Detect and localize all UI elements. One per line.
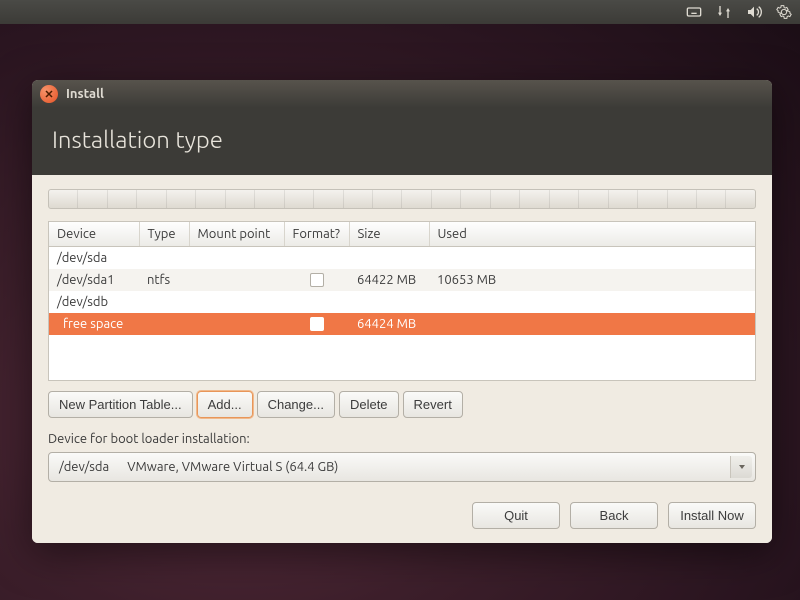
- install-now-button[interactable]: Install Now: [668, 502, 756, 529]
- cell-device: /dev/sdb: [49, 291, 139, 313]
- cell-device: /dev/sda: [49, 247, 139, 269]
- new-partition-table-button[interactable]: New Partition Table...: [48, 391, 193, 418]
- titlebar: Install: [32, 80, 772, 108]
- bootloader-dropdown[interactable]: /dev/sda VMware, VMware Virtual S (64.4 …: [48, 452, 756, 482]
- col-type[interactable]: Type: [139, 222, 189, 247]
- volume-icon[interactable]: [746, 4, 762, 20]
- top-panel: [0, 0, 800, 24]
- partition-bar: [48, 189, 756, 209]
- page-title: Installation type: [52, 126, 752, 153]
- back-button[interactable]: Back: [570, 502, 658, 529]
- bootloader-desc: VMware, VMware Virtual S (64.4 GB): [127, 460, 338, 474]
- cell-device: /dev/sda1: [49, 269, 139, 291]
- table-row[interactable]: free space 64424 MB: [49, 313, 755, 335]
- partition-table: Device Type Mount point Format? Size Use…: [49, 222, 755, 335]
- bootloader-label: Device for boot loader installation:: [48, 432, 756, 446]
- table-row[interactable]: /dev/sdb: [49, 291, 755, 313]
- add-button[interactable]: Add...: [197, 391, 253, 418]
- footer-buttons: Quit Back Install Now: [48, 502, 756, 529]
- format-checkbox[interactable]: [310, 317, 324, 331]
- change-button[interactable]: Change...: [257, 391, 335, 418]
- header-section: Installation type: [32, 108, 772, 175]
- window-title: Install: [66, 87, 104, 101]
- network-icon[interactable]: [716, 4, 732, 20]
- close-button[interactable]: [40, 85, 58, 103]
- install-window: Install Installation type Device Type Mo…: [32, 80, 772, 543]
- cell-type: ntfs: [139, 269, 189, 291]
- cell-size: 64424 MB: [349, 313, 429, 335]
- table-row[interactable]: /dev/sda1 ntfs 64422 MB 10653 MB: [49, 269, 755, 291]
- partition-button-row: New Partition Table... Add... Change... …: [48, 391, 756, 418]
- cell-size: 64422 MB: [349, 269, 429, 291]
- col-size[interactable]: Size: [349, 222, 429, 247]
- bootloader-device: /dev/sda: [59, 460, 109, 474]
- delete-button[interactable]: Delete: [339, 391, 399, 418]
- partition-table-wrap: Device Type Mount point Format? Size Use…: [48, 221, 756, 381]
- content-area: Device Type Mount point Format? Size Use…: [32, 175, 772, 543]
- chevron-down-icon: [730, 456, 752, 478]
- col-device[interactable]: Device: [49, 222, 139, 247]
- quit-button[interactable]: Quit: [472, 502, 560, 529]
- cell-used: 10653 MB: [429, 269, 755, 291]
- col-format[interactable]: Format?: [284, 222, 349, 247]
- keyboard-icon[interactable]: [686, 4, 702, 20]
- gear-icon[interactable]: [776, 4, 792, 20]
- col-used[interactable]: Used: [429, 222, 755, 247]
- format-checkbox[interactable]: [310, 273, 324, 287]
- col-mount[interactable]: Mount point: [189, 222, 284, 247]
- table-row[interactable]: /dev/sda: [49, 247, 755, 269]
- revert-button[interactable]: Revert: [403, 391, 463, 418]
- cell-device: free space: [49, 313, 139, 335]
